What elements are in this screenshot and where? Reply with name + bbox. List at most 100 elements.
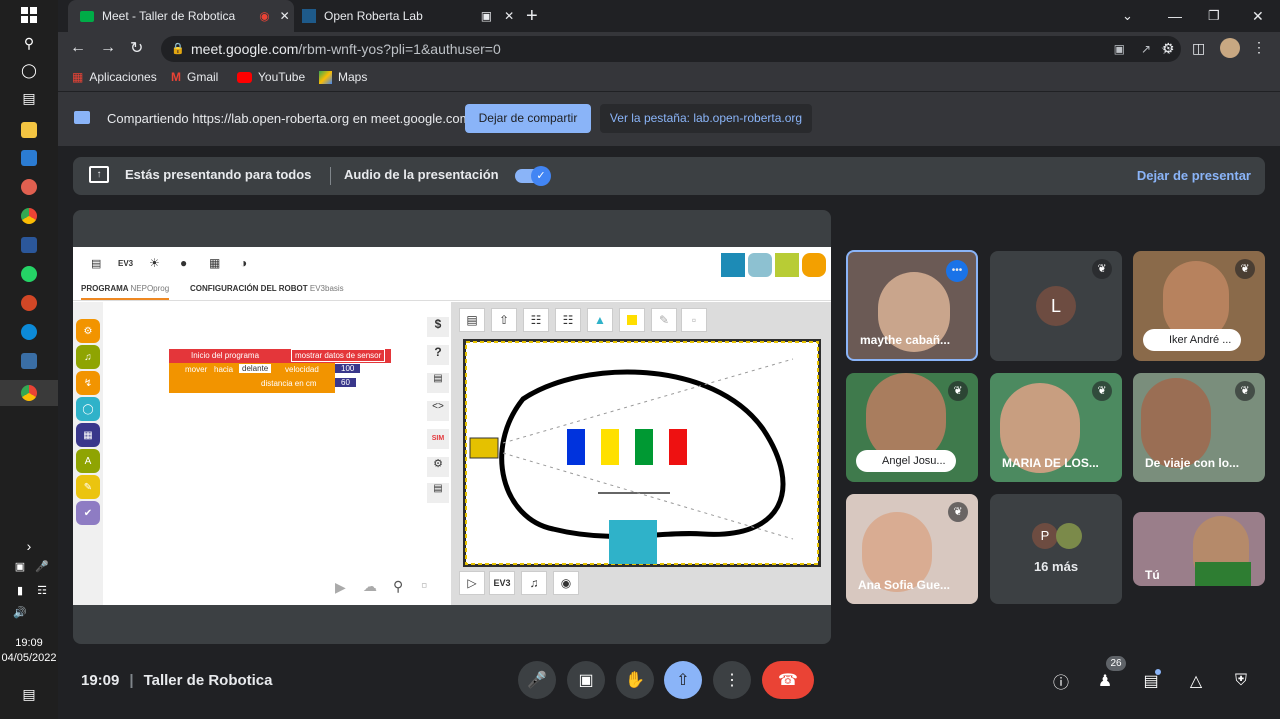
user-icon[interactable]: ● xyxy=(180,256,187,270)
taskbar-clock[interactable]: 19:09 04/05/2022 xyxy=(0,636,58,666)
participant-tile[interactable]: ❦ Iker André ... xyxy=(1133,251,1265,361)
close-icon[interactable]: ✕ xyxy=(504,9,514,23)
upload-icon[interactable]: ⇧ xyxy=(491,308,517,332)
more-participants-tile[interactable]: P 16 más xyxy=(990,494,1122,604)
wifi-icon[interactable]: ☶ xyxy=(32,580,52,600)
settings-icon[interactable]: ⚙ xyxy=(427,457,449,477)
profile-avatar[interactable] xyxy=(1220,38,1240,58)
side-panel-icon[interactable]: ◫ xyxy=(1192,40,1205,57)
url-bar[interactable]: 🔒 meet.google.com/rbm-wnft-yos?pli=1&aut… xyxy=(161,36,1181,62)
reload-icon[interactable]: ↻ xyxy=(130,38,143,58)
self-tile[interactable]: Tú xyxy=(1133,512,1265,586)
stop-presenting-button[interactable]: Dejar de presentar xyxy=(1137,168,1251,183)
chrome-active-icon[interactable] xyxy=(0,380,58,406)
run-icon[interactable]: ▶ xyxy=(335,579,346,596)
forward-icon[interactable]: → xyxy=(100,39,116,57)
cube-icon[interactable]: ▲ xyxy=(587,308,613,332)
tab-open-roberta[interactable]: Open Roberta Lab ▣ ✕ xyxy=(294,0,520,32)
robot-reset-icon[interactable]: ☷ xyxy=(555,308,581,332)
ev3-button[interactable]: EV3 xyxy=(489,571,515,595)
mail-icon[interactable] xyxy=(19,148,39,168)
robot-ev3-label[interactable]: EV3 xyxy=(118,259,133,268)
tab-search-icon[interactable]: ⌄ xyxy=(1122,0,1133,32)
close-window-icon[interactable]: ✕ xyxy=(1252,0,1264,32)
sim-button[interactable]: SIM xyxy=(427,429,449,449)
chevron-right-icon[interactable]: › xyxy=(19,536,39,556)
extensions-icon[interactable]: ⚙ xyxy=(1162,40,1175,57)
cloud-icon[interactable]: ☁ xyxy=(363,578,377,595)
participant-tile[interactable]: ❦ MARIA DE LOS... xyxy=(990,373,1122,482)
powerpoint-icon[interactable] xyxy=(19,293,39,313)
stop-sharing-button[interactable]: Dejar de compartir xyxy=(465,104,591,133)
people-icon[interactable]: ♟ xyxy=(1094,670,1116,692)
battery-icon[interactable]: ▮ xyxy=(10,580,30,600)
present-button[interactable]: ⇧ xyxy=(664,661,702,699)
file-explorer-icon[interactable] xyxy=(19,120,39,140)
bookmark-maps[interactable]: Maps xyxy=(319,70,367,84)
image-icon[interactable]: ▤ xyxy=(459,308,485,332)
cortana-icon[interactable]: ◯ xyxy=(19,60,39,80)
volume-icon[interactable]: 🔊 xyxy=(10,602,30,622)
app-icon[interactable] xyxy=(19,177,39,197)
comment-icon[interactable]: ▤ xyxy=(427,373,449,393)
bookmark-apps[interactable]: ▦ Aplicaciones xyxy=(72,70,157,84)
robot-icon[interactable]: ☷ xyxy=(523,308,549,332)
chrome-icon[interactable] xyxy=(19,206,39,226)
camera-icon[interactable]: ▣ xyxy=(10,556,30,576)
word-icon[interactable] xyxy=(19,235,39,255)
host-controls-icon[interactable]: ⛨ xyxy=(1230,670,1252,692)
notifications-icon[interactable]: ▤ xyxy=(19,684,39,704)
participant-tile[interactable]: L ❦ xyxy=(990,251,1122,361)
location-icon[interactable]: ◉ xyxy=(553,571,579,595)
bookmark-youtube[interactable]: YouTube xyxy=(237,70,305,84)
leave-call-button[interactable]: ☎ xyxy=(762,661,814,699)
file-icon[interactable]: ▤ xyxy=(91,257,101,270)
minimize-icon[interactable]: — xyxy=(1168,0,1182,32)
participant-tile[interactable]: ❦ Angel Josu... xyxy=(846,373,978,482)
sound-icon[interactable]: ♫ xyxy=(521,571,547,595)
camera-button[interactable]: ▣ xyxy=(567,661,605,699)
simulation-canvas[interactable] xyxy=(463,339,821,567)
action-category-icon[interactable]: ⚙ xyxy=(76,319,100,343)
tab-meet[interactable]: Meet - Taller de Robotica ◉ ✕ xyxy=(68,0,294,32)
bookmark-gmail[interactable]: M Gmail xyxy=(171,70,218,84)
microphone-button[interactable]: 🎤 xyxy=(518,661,556,699)
trash-icon[interactable]: ▫ xyxy=(681,308,707,332)
task-view-icon[interactable]: ▤ xyxy=(19,88,39,108)
activities-icon[interactable]: △ xyxy=(1185,670,1207,692)
app-icon[interactable] xyxy=(19,351,39,371)
lightbulb-icon[interactable]: ☀ xyxy=(149,256,160,270)
code-icon[interactable]: $ xyxy=(427,317,449,337)
search-icon[interactable]: ⚲ xyxy=(19,33,39,53)
sound-category-icon[interactable]: ♫ xyxy=(76,345,100,369)
maximize-icon[interactable]: ❐ xyxy=(1208,0,1220,32)
code-view-icon[interactable]: <> xyxy=(427,401,449,421)
edge-icon[interactable] xyxy=(19,322,39,342)
text-category-icon[interactable]: A xyxy=(76,449,100,473)
menu-icon[interactable]: ⋮ xyxy=(1252,39,1266,56)
camera-icon[interactable]: ▣ xyxy=(1114,36,1125,62)
info-icon[interactable]: ⓘ xyxy=(1050,670,1072,692)
participant-tile[interactable]: ••• maythe cabañ... xyxy=(846,250,978,361)
block-move[interactable]: mover hacia delante velocidad 100 distan… xyxy=(169,363,361,393)
participant-tile[interactable]: ❦ De viaje con lo... xyxy=(1133,373,1265,482)
share-icon[interactable]: ↗ xyxy=(1141,36,1151,62)
audio-toggle[interactable]: ✓ xyxy=(515,166,551,186)
block-direction-select[interactable]: delante xyxy=(239,364,272,373)
color-square-icon[interactable] xyxy=(619,308,645,332)
tab-program[interactable]: PROGRAMA NEPOprog xyxy=(81,284,170,300)
participant-tile[interactable]: ❦ Ana Sofia Gue... xyxy=(846,494,978,604)
block-velocity-value[interactable]: 100 xyxy=(335,364,361,373)
zoom-icon[interactable]: ⚲ xyxy=(393,578,403,595)
trash-icon[interactable]: ▫ xyxy=(421,575,427,596)
microphone-icon[interactable]: 🎤 xyxy=(32,556,52,576)
raise-hand-button[interactable]: ✋ xyxy=(616,661,654,699)
gallery-icon[interactable]: ▦ xyxy=(209,256,220,270)
play-icon[interactable]: ▷ xyxy=(459,571,485,595)
close-icon[interactable]: ✕ xyxy=(280,9,290,23)
globe-icon[interactable]: ◑ xyxy=(240,256,247,270)
variables-category-icon[interactable]: ✔ xyxy=(76,501,100,525)
chat-icon[interactable]: ▤ xyxy=(427,483,449,503)
more-options-button[interactable]: ⋮ xyxy=(713,661,751,699)
block-start[interactable]: Inicio del programa mostrar datos de sens… xyxy=(169,349,391,363)
